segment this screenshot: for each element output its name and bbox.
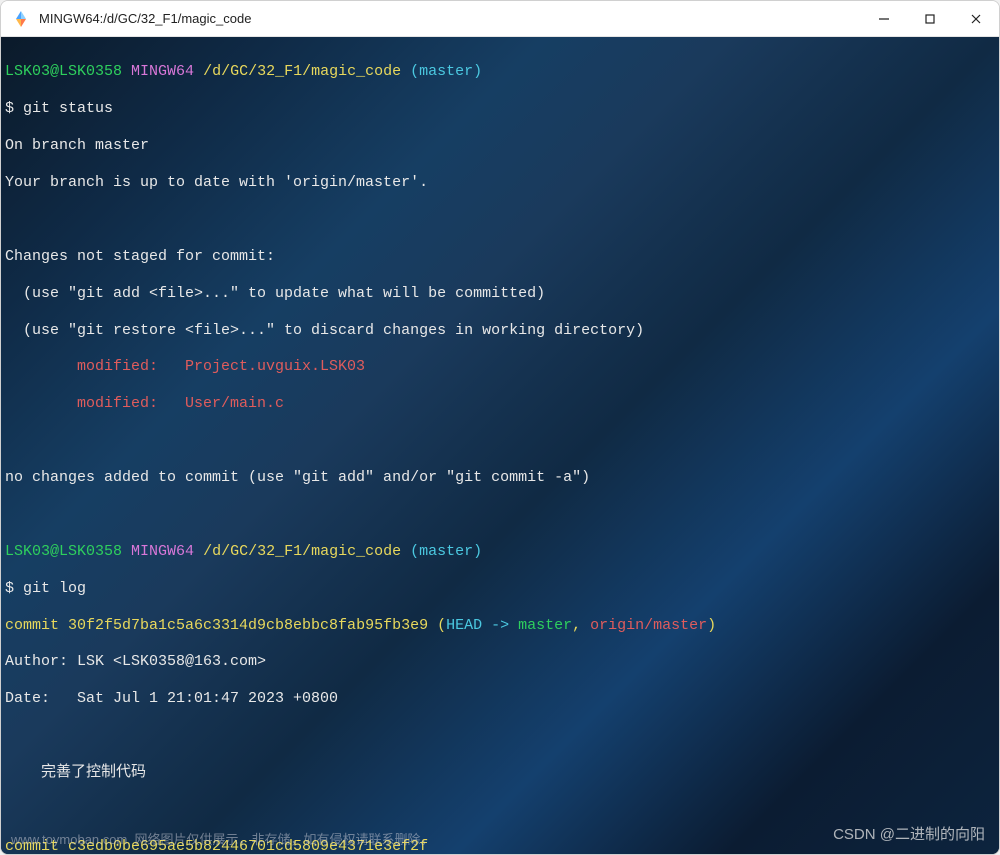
minimize-button[interactable] [861, 1, 907, 36]
prompt-line: LSK03@LSK0358 MINGW64 /d/GC/32_F1/magic_… [5, 543, 995, 561]
prompt-line: LSK03@LSK0358 MINGW64 /d/GC/32_F1/magic_… [5, 63, 995, 81]
window-title: MINGW64:/d/GC/32_F1/magic_code [39, 11, 861, 26]
log-date: Date: Sat Jul 1 21:01:47 2023 +0800 [5, 690, 995, 708]
prompt-branch: (master) [410, 63, 482, 80]
prompt-user: LSK03@LSK0358 [5, 63, 122, 80]
status-hint-restore: (use "git restore <file>..." to discard … [5, 322, 995, 340]
titlebar[interactable]: MINGW64:/d/GC/32_F1/magic_code [1, 1, 999, 37]
maximize-button[interactable] [907, 1, 953, 36]
prompt-path: /d/GC/32_F1/magic_code [203, 63, 401, 80]
modified-file: modified: Project.uvguix.LSK03 [5, 358, 995, 376]
cmd-text: git status [23, 100, 113, 117]
status-no-changes: no changes added to commit (use "git add… [5, 469, 995, 487]
prompt-env: MINGW64 [131, 63, 194, 80]
modified-file: modified: User/main.c [5, 395, 995, 413]
cmd-line: $ git status [5, 100, 995, 118]
status-hint-add: (use "git add <file>..." to update what … [5, 285, 995, 303]
watermark-left: www.toymoban.com 网络图片仅供展示，非存储，如有侵权请联系删除。 [11, 832, 434, 848]
terminal-output[interactable]: LSK03@LSK0358 MINGW64 /d/GC/32_F1/magic_… [1, 37, 999, 854]
status-not-staged: Changes not staged for commit: [5, 248, 995, 266]
app-icon [11, 9, 31, 29]
watermark-right: CSDN @二进制的向阳 [833, 826, 985, 844]
prompt-symbol: $ [5, 100, 14, 117]
cmd-text: git log [23, 580, 86, 597]
log-author: Author: LSK <LSK0358@163.com> [5, 653, 995, 671]
status-branch: On branch master [5, 137, 995, 155]
close-button[interactable] [953, 1, 999, 36]
window-controls [861, 1, 999, 36]
log-commit: commit 30f2f5d7ba1c5a6c3314d9cb8ebbc8fab… [5, 617, 995, 635]
terminal-window: MINGW64:/d/GC/32_F1/magic_code LSK03@LSK… [0, 0, 1000, 855]
log-msg: 完善了控制代码 [5, 764, 995, 782]
cmd-line: $ git log [5, 580, 995, 598]
status-uptodate: Your branch is up to date with 'origin/m… [5, 174, 995, 192]
